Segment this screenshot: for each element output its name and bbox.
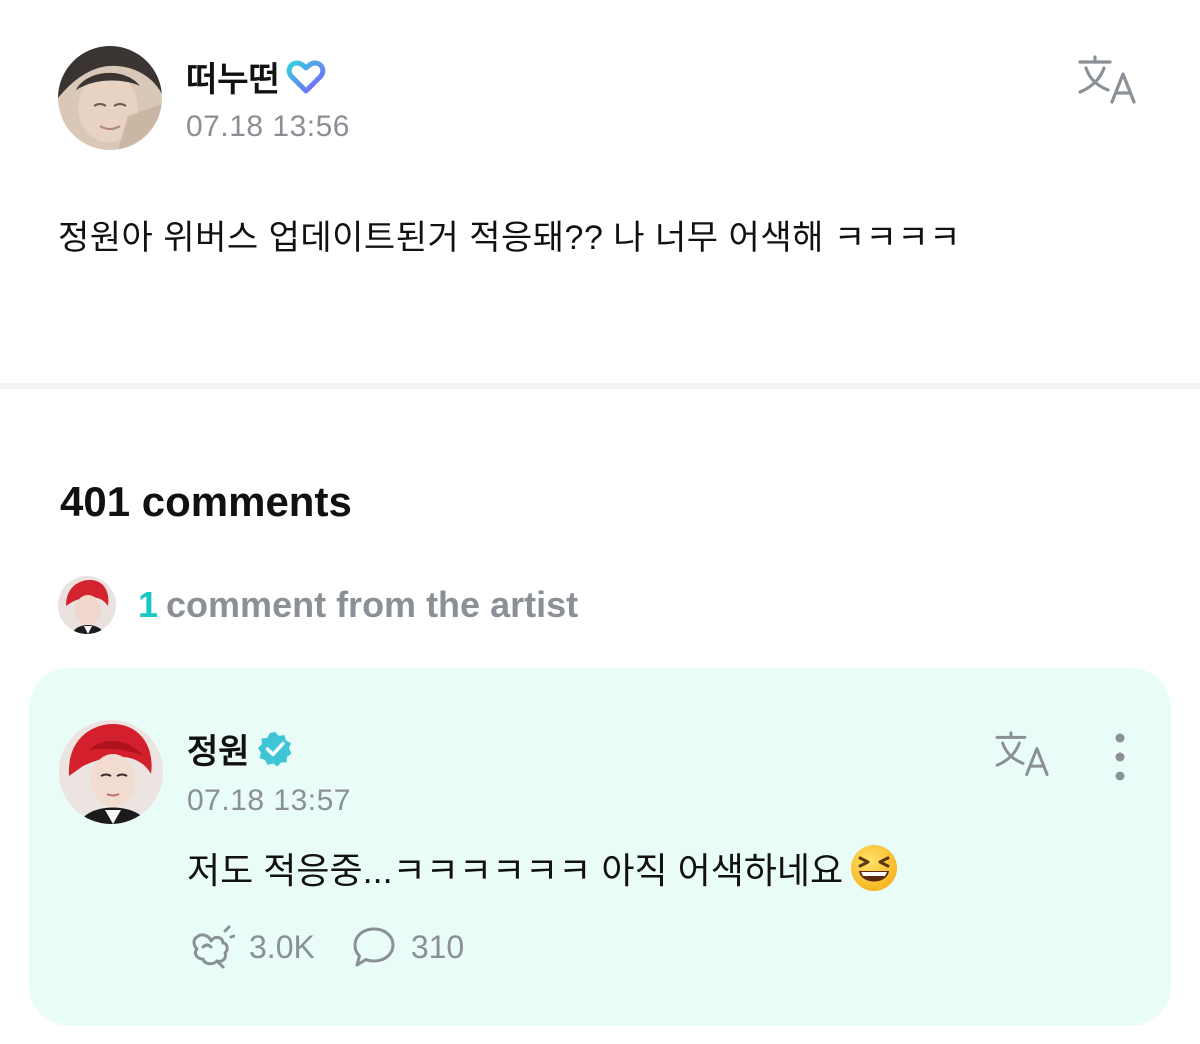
post-author[interactable]: 떠누떤 <box>186 52 326 101</box>
comment-author-avatar[interactable] <box>59 720 163 824</box>
comment-bubble-icon <box>353 927 395 967</box>
artist-comment-summary[interactable]: 1 comment from the artist <box>58 575 578 635</box>
comment-text: 저도 적응중...ㅋㅋㅋㅋㅋㅋ 아직 어색하네요 <box>187 850 844 891</box>
artist-summary-count: 1 <box>138 584 159 625</box>
reply-count: 310 <box>410 928 465 965</box>
post-header: 떠누떤 07.18 13:56 <box>58 46 1148 156</box>
comment-author[interactable]: 정원 <box>187 724 294 773</box>
like-button[interactable]: 3.0K <box>187 925 315 969</box>
weverse-heart-icon <box>286 59 326 93</box>
post-timestamp: 07.18 13:56 <box>186 110 350 143</box>
artist-summary-label: comment from the artist <box>166 584 579 625</box>
translate-icon[interactable] <box>993 730 1053 780</box>
verified-check-icon <box>257 731 292 766</box>
comment-body: 저도 적응중...ㅋㅋㅋㅋㅋㅋ 아직 어색하네요 <box>187 842 899 894</box>
more-vertical-icon[interactable] <box>1105 730 1135 784</box>
post-body: 정원아 위버스 업데이트된거 적응돼?? 나 너무 어색해 ㅋㅋㅋㅋ <box>58 219 961 257</box>
translate-icon[interactable] <box>1076 54 1140 108</box>
artist-comment-card[interactable]: 정원 07.18 13:57 저도 적응중...ㅋㅋㅋㅋㅋㅋ 아직 어색하네요 <box>29 668 1171 1026</box>
comments-count: 401 comments <box>60 478 352 525</box>
post-author-avatar[interactable] <box>58 46 162 150</box>
section-divider <box>0 383 1200 389</box>
like-count: 3.0K <box>249 928 315 965</box>
artist-avatar <box>58 576 116 634</box>
artist-summary-text: 1 comment from the artist <box>138 584 578 626</box>
reply-button[interactable]: 310 <box>351 925 464 969</box>
comment-actions: 3.0K 310 <box>187 922 500 972</box>
post-author-name: 떠누떤 <box>186 61 280 99</box>
cheer-icon <box>192 925 235 969</box>
comment-timestamp: 07.18 13:57 <box>187 784 351 817</box>
comment-author-name: 정원 <box>187 733 250 771</box>
grinning-squinting-face-icon <box>851 845 898 891</box>
